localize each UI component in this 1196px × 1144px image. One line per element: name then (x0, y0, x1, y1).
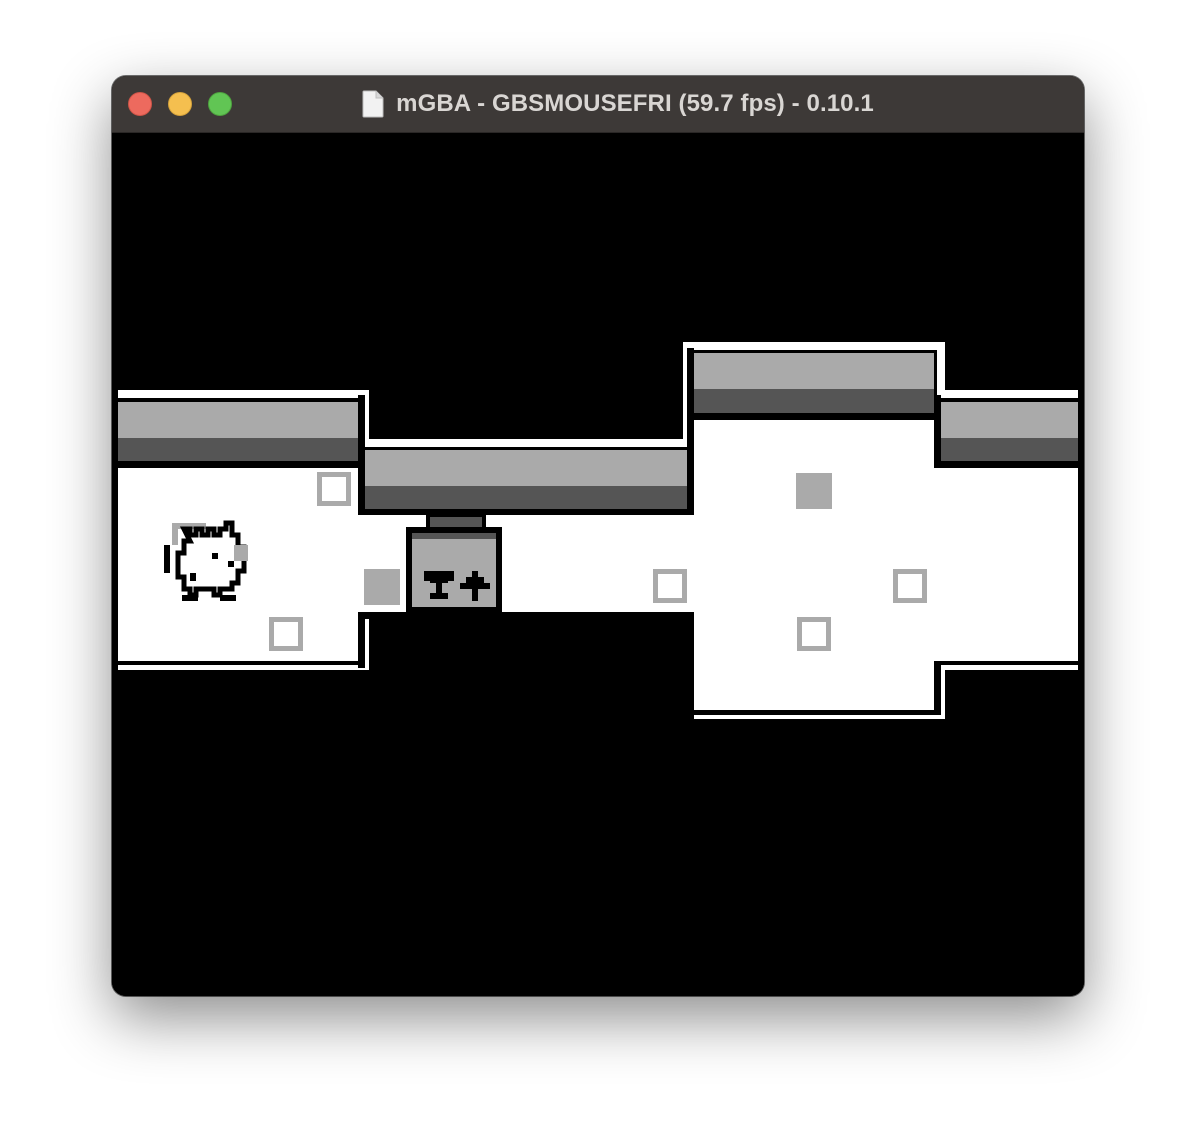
push-block[interactable] (406, 513, 502, 613)
game-screen[interactable] (112, 133, 1084, 996)
document-icon (362, 90, 384, 118)
filled-marker (796, 473, 832, 509)
window-title: mGBA - GBSMOUSEFRI (59.7 fps) - 0.10.1 (396, 90, 874, 117)
game-scene (112, 133, 1084, 996)
mgba-window: mGBA - GBSMOUSEFRI (59.7 fps) - 0.10.1 (112, 76, 1084, 996)
filled-marker (364, 569, 400, 605)
title-wrap: mGBA - GBSMOUSEFRI (59.7 fps) - 0.10.1 (112, 76, 1084, 132)
title-bar[interactable]: mGBA - GBSMOUSEFRI (59.7 fps) - 0.10.1 (112, 76, 1084, 133)
